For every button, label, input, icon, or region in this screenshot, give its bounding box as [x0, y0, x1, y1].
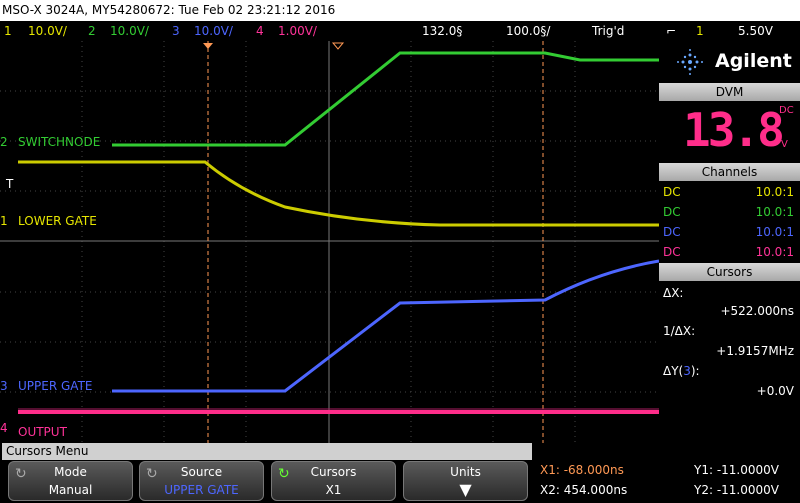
dvm-value: 13.8 [683, 103, 785, 157]
ch3-ground-marker[interactable]: 3 [0, 379, 8, 393]
ch1-probe: 10.0:1 [755, 185, 794, 199]
cursor-y1-readout: Y1: -11.0000V [694, 463, 779, 477]
cursor-y2-readout: Y2: -11.0000V [694, 483, 779, 497]
delta-y-channel: 3 [683, 364, 691, 378]
dvm-header[interactable]: DVM [659, 83, 800, 101]
ch3-coupling: DC [663, 225, 681, 239]
waveform-graticule [0, 41, 659, 443]
channels-header[interactable]: Channels [659, 163, 800, 181]
ch3-scale[interactable]: 10.0V/ [194, 21, 233, 41]
ch4-number[interactable]: 4 [256, 21, 264, 41]
cursor-x2-readout: X2: 454.000ns [540, 483, 628, 497]
cursors-softkey[interactable]: ↻ Cursors X1 [271, 461, 396, 501]
ch1-ground-marker[interactable]: 1 [0, 214, 8, 228]
channel-row-2[interactable]: DC 10.0:1 [663, 203, 796, 221]
ch4-coupling: DC [663, 245, 681, 259]
cursors-header[interactable]: Cursors [659, 263, 800, 281]
delta-x-value: +522.000ns [720, 304, 794, 318]
ch2-number[interactable]: 2 [88, 21, 96, 41]
ch1-coupling: DC [663, 185, 681, 199]
cursor-x1-readout: X1: -68.000ns [540, 463, 624, 477]
trace-switchnode [112, 51, 659, 147]
time-reference-marker [331, 42, 345, 50]
delta-y-suffix: ): [690, 364, 700, 378]
brand-name: Agilent [715, 50, 792, 72]
cursors-label: Cursors [310, 465, 357, 479]
dvm-unit: V [781, 139, 788, 150]
trigger-position-marker[interactable] [203, 43, 213, 49]
agilent-spark-icon [677, 49, 703, 75]
trace-upper-gate [112, 259, 659, 393]
ch4-ground-marker[interactable]: 4 [0, 421, 8, 435]
timebase-scale[interactable]: 100.0§/ [506, 21, 550, 41]
delta-x-label: ΔX: [663, 286, 684, 300]
submenu-arrow-down-icon: ▼ [459, 480, 472, 499]
trigger-level[interactable]: 5.50V [738, 21, 773, 41]
dvm-mode: DC [779, 105, 794, 116]
units-label: Units [450, 465, 481, 479]
channel-bar: 1 10.0V/ 2 10.0V/ 3 10.0V/ 4 1.00V/ 132.… [0, 21, 800, 41]
source-label: Source [180, 465, 223, 479]
inverse-delta-x-value: +1.9157MHz [716, 344, 794, 358]
ch2-probe: 10.0:1 [755, 205, 794, 219]
ch1-number[interactable]: 1 [4, 21, 12, 41]
trigger-slope-icon: ⌐ [666, 24, 677, 38]
ch2-coupling: DC [663, 205, 681, 219]
trigger-source[interactable]: 1 [696, 21, 704, 41]
brand-logo: Agilent [659, 41, 800, 81]
delta-y-prefix: ΔY( [663, 364, 684, 378]
delta-y-value: +0.0V [756, 384, 794, 398]
source-softkey[interactable]: ↻ Source UPPER GATE [139, 461, 264, 501]
units-softkey[interactable]: Units ▼ [403, 461, 528, 501]
menu-title: Cursors Menu [2, 443, 532, 460]
label-lower-gate: LOWER GATE [18, 214, 97, 228]
delta-y-label: ΔY(3): [663, 364, 796, 378]
center-axes [0, 41, 659, 443]
channel-row-1[interactable]: DC 10.0:1 [663, 183, 796, 201]
softkey-menu: Cursors Menu ↻ Mode Manual ↻ Source UPPE… [0, 443, 800, 503]
right-panel: Agilent DVM 13.8 DC V Channels DC 10.0:1 … [659, 41, 800, 443]
ch2-scale[interactable]: 10.0V/ [110, 21, 149, 41]
label-switchnode: SWITCHNODE [18, 135, 101, 149]
mode-label: Mode [54, 465, 87, 479]
mode-value: Manual [48, 483, 93, 497]
inverse-delta-x-label: 1/ΔX: [663, 324, 696, 338]
title-bar: MSO-X 3024A, MY54280672: Tue Feb 02 23:2… [0, 0, 800, 21]
channel-row-4[interactable]: DC 10.0:1 [663, 243, 796, 261]
ch3-probe: 10.0:1 [755, 225, 794, 239]
timebase-position[interactable]: 132.0§ [422, 21, 462, 41]
ch4-probe: 10.0:1 [755, 245, 794, 259]
trigger-level-marker[interactable]: T [6, 177, 13, 191]
trigger-status: Trig'd [592, 24, 625, 38]
mode-softkey[interactable]: ↻ Mode Manual [8, 461, 133, 501]
ch2-ground-marker[interactable]: 2 [0, 135, 8, 149]
source-value: UPPER GATE [164, 483, 239, 497]
ch3-number[interactable]: 3 [172, 21, 180, 41]
ch1-scale[interactable]: 10.0V/ [28, 21, 67, 41]
label-upper-gate: UPPER GATE [18, 379, 93, 393]
cursors-value: X1 [325, 483, 342, 497]
ch4-scale[interactable]: 1.00V/ [278, 21, 317, 41]
waveform-display[interactable]: 2 SWITCHNODE T 1 LOWER GATE 3 UPPER GATE… [0, 41, 659, 443]
channel-row-3[interactable]: DC 10.0:1 [663, 223, 796, 241]
trace-lower-gate [18, 160, 659, 227]
label-output: OUTPUT [18, 425, 67, 439]
